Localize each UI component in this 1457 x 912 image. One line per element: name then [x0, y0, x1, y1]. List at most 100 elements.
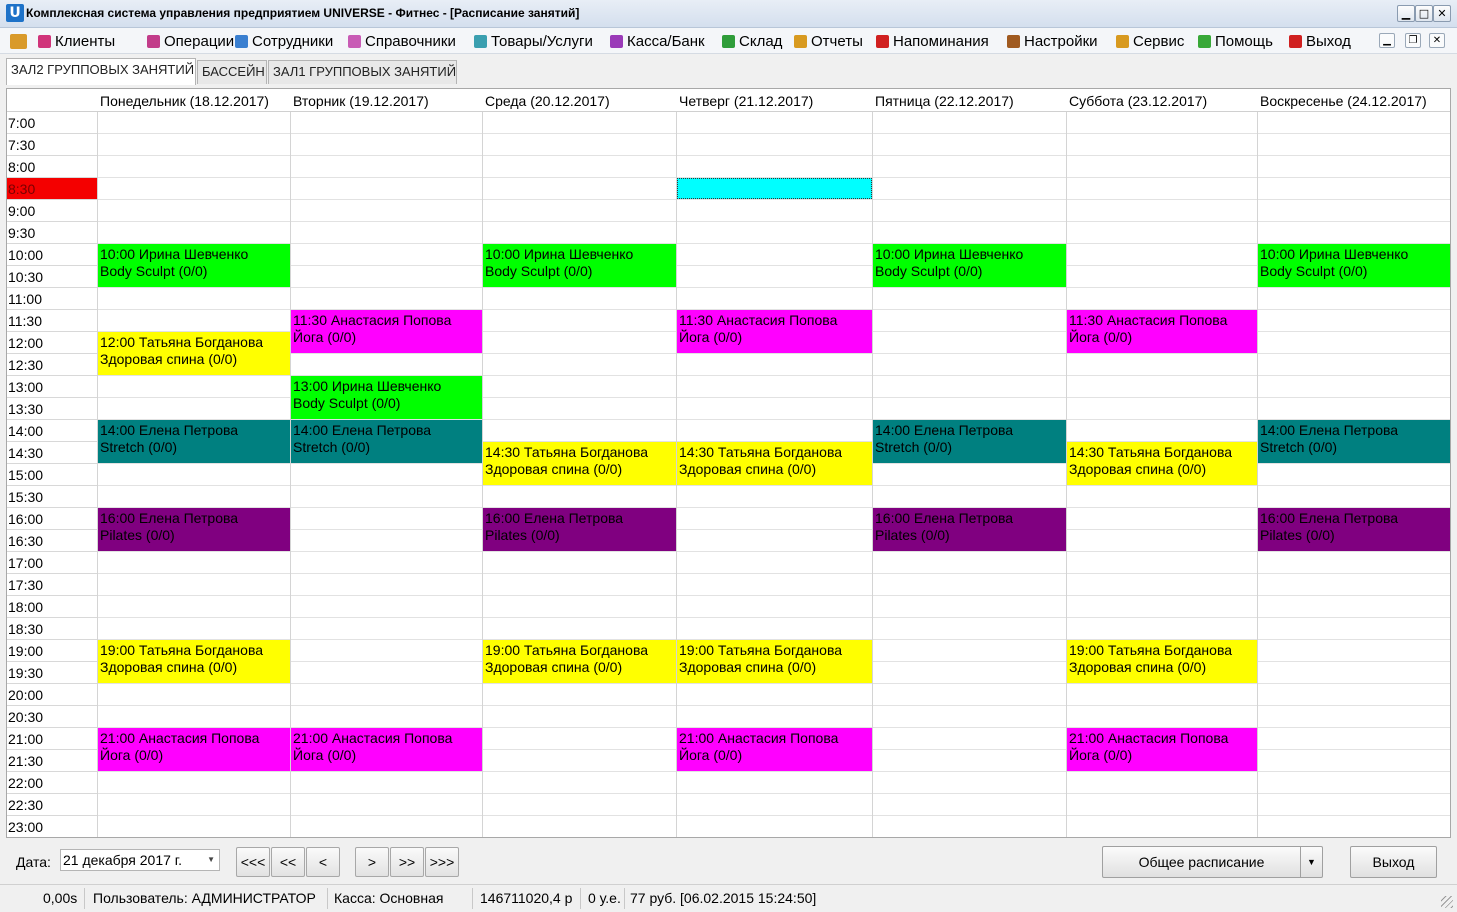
lesson-block[interactable]: 14:00 Елена Петрова Stretch (0/0) [1258, 420, 1450, 463]
minimize-button[interactable]: ▁ [1397, 5, 1415, 22]
date-picker[interactable]: 21 декабря 2017 г. ▼ [60, 849, 220, 871]
lesson-block[interactable]: 11:30 Анастасия Попова Йога (0/0) [291, 310, 482, 353]
lesson-block[interactable]: 14:30 Татьяна Богданова Здоровая спина (0… [677, 442, 872, 485]
lesson-block[interactable]: 10:00 Ирина Шевченко Body Sculpt (0/0) [873, 244, 1066, 287]
lesson-time-trainer: 11:30 Анастасия Попова [679, 312, 838, 328]
mdi-restore-button[interactable]: ❐ [1405, 33, 1421, 48]
lesson-block[interactable]: 19:00 Татьяна Богданова Здоровая спина (0… [483, 640, 676, 683]
nav-prev-button[interactable]: < [306, 847, 340, 877]
nav-prev-week-button[interactable]: << [271, 847, 305, 877]
menu-item-9[interactable]: Настройки [1007, 32, 1098, 50]
schedule-grid: Понедельник (18.12.2017) Вторник (19.12.2… [6, 88, 1451, 838]
tab-hall2[interactable]: ЗАЛ2 ГРУППОВЫХ ЗАНЯТИЙ [6, 58, 196, 85]
menu-item-3[interactable]: Справочники [348, 32, 456, 50]
menu-item-0[interactable]: Клиенты [38, 32, 115, 50]
lesson-block[interactable]: 14:30 Татьяна Богданова Здоровая спина (0… [1067, 442, 1257, 485]
close-button[interactable]: ✕ [1433, 5, 1451, 22]
day-header[interactable]: Четверг (21.12.2017) [676, 89, 872, 112]
lesson-block[interactable]: 11:30 Анастасия Попова Йога (0/0) [1067, 310, 1257, 353]
lesson-time-trainer: 21:00 Анастасия Попова [1069, 730, 1229, 746]
lesson-time-trainer: 19:00 Татьяна Богданова [485, 642, 649, 658]
dropdown-arrow-icon[interactable]: ▼ [207, 850, 215, 870]
time-slot-label: 16:30 [7, 530, 97, 552]
day-header[interactable]: Понедельник (18.12.2017) [97, 89, 290, 112]
mdi-minimize-button[interactable]: ▁ [1379, 33, 1395, 48]
lesson-block[interactable]: 16:00 Елена Петрова Pilates (0/0) [483, 508, 676, 551]
menu-item-7[interactable]: Отчеты [794, 32, 863, 50]
settings-icon [1007, 34, 1020, 48]
lesson-title: Body Sculpt (0/0) [293, 395, 401, 411]
lesson-time-trainer: 14:30 Татьяна Богданова [679, 444, 843, 460]
menu-item-5[interactable]: Касса/Банк [610, 32, 705, 50]
lesson-block[interactable]: 21:00 Анастасия Попова Йога (0/0) [291, 728, 482, 771]
lesson-block[interactable]: 19:00 Татьяна Богданова Здоровая спина (0… [1067, 640, 1257, 683]
status-rate: 77 руб. [06.02.2015 15:24:50] [630, 890, 817, 906]
exit-button[interactable]: Выход [1350, 846, 1437, 878]
lesson-title: Body Sculpt (0/0) [485, 263, 593, 279]
status-balance: 146711020,4 р [480, 890, 573, 906]
lesson-block[interactable]: 12:00 Татьяна Богданова Здоровая спина (0… [98, 332, 290, 375]
lesson-title: Здоровая спина (0/0) [100, 351, 238, 367]
day-header[interactable]: Вторник (19.12.2017) [290, 89, 482, 112]
time-slot-label: 15:00 [7, 464, 97, 486]
menu-item-8[interactable]: Напоминания [876, 32, 989, 50]
menu-item-2[interactable]: Сотрудники [235, 32, 333, 50]
day-header[interactable]: Воскресенье (24.12.2017) [1257, 89, 1450, 112]
day-header[interactable]: Суббота (23.12.2017) [1066, 89, 1257, 112]
menu-item-11[interactable]: Помощь [1198, 32, 1273, 50]
lesson-block[interactable]: 21:00 Анастасия Попова Йога (0/0) [1067, 728, 1257, 771]
general-schedule-label: Общее расписание [1138, 854, 1265, 870]
lesson-block[interactable]: 11:30 Анастасия Попова Йога (0/0) [677, 310, 872, 353]
lesson-block[interactable]: 21:00 Анастасия Попова Йога (0/0) [677, 728, 872, 771]
grid-row-line [97, 617, 1450, 618]
lesson-block[interactable]: 10:00 Ирина Шевченко Body Sculpt (0/0) [1258, 244, 1450, 287]
tab-pool[interactable]: БАССЕЙН [197, 60, 267, 84]
tab-hall1[interactable]: ЗАЛ1 ГРУППОВЫХ ЗАНЯТИЙ [268, 60, 457, 84]
lesson-time-trainer: 11:30 Анастасия Попова [1069, 312, 1228, 328]
lesson-block[interactable]: 16:00 Елена Петрова Pilates (0/0) [873, 508, 1066, 551]
lesson-block[interactable]: 16:00 Елена Петрова Pilates (0/0) [1258, 508, 1450, 551]
nav-first-button[interactable]: <<< [236, 847, 270, 877]
lesson-block[interactable]: 19:00 Татьяна Богданова Здоровая спина (0… [677, 640, 872, 683]
lesson-block[interactable]: 16:00 Елена Петрова Pilates (0/0) [98, 508, 290, 551]
time-slot-label: 13:00 [7, 376, 97, 398]
lesson-block[interactable]: 14:00 Елена Петрова Stretch (0/0) [873, 420, 1066, 463]
help-icon [1198, 34, 1211, 48]
lesson-block[interactable]: 14:30 Татьяна Богданова Здоровая спина (0… [483, 442, 676, 485]
maximize-button[interactable]: □ [1415, 5, 1433, 22]
lesson-time-trainer: 13:00 Ирина Шевченко [293, 378, 442, 394]
time-slot-label: 20:00 [7, 684, 97, 706]
lesson-block[interactable]: 10:00 Ирина Шевченко Body Sculpt (0/0) [483, 244, 676, 287]
status-user: Пользователь: АДМИНИСТРАТОР [93, 890, 316, 906]
grid-menu-icon[interactable] [10, 32, 31, 50]
split-dropdown-icon[interactable]: ▼ [1300, 847, 1322, 877]
grid-row-line [97, 529, 1450, 530]
time-slot-label: 14:30 [7, 442, 97, 464]
lesson-time-trainer: 16:00 Елена Петрова [100, 510, 239, 526]
general-schedule-button[interactable]: Общее расписание ▼ [1102, 846, 1323, 878]
lesson-title: Stretch (0/0) [100, 439, 178, 455]
menu-item-12[interactable]: Выход [1289, 32, 1351, 50]
nav-last-button[interactable]: >>> [425, 847, 459, 877]
lesson-block[interactable]: 14:00 Елена Петрова Stretch (0/0) [291, 420, 482, 463]
menu-item-1[interactable]: Операции [147, 32, 234, 50]
lesson-block[interactable]: 10:00 Ирина Шевченко Body Sculpt (0/0) [98, 244, 290, 287]
day-header[interactable]: Среда (20.12.2017) [482, 89, 676, 112]
menu-item-6[interactable]: Склад [722, 32, 782, 50]
menu-item-label: Товары/Услуги [491, 32, 593, 50]
resize-grip-icon[interactable] [1441, 896, 1453, 908]
menu-item-4[interactable]: Товары/Услуги [474, 32, 593, 50]
lesson-block[interactable]: 14:00 Елена Петрова Stretch (0/0) [98, 420, 290, 463]
selected-cell[interactable] [677, 178, 872, 199]
warehouse-icon [722, 34, 735, 48]
menu-item-10[interactable]: Сервис [1116, 32, 1184, 50]
grid-row-line [97, 265, 1450, 266]
mdi-close-button[interactable]: ✕ [1429, 33, 1445, 48]
day-header[interactable]: Пятница (22.12.2017) [872, 89, 1066, 112]
lesson-block[interactable]: 19:00 Татьяна Богданова Здоровая спина (0… [98, 640, 290, 683]
nav-next-week-button[interactable]: >> [390, 847, 424, 877]
lesson-block[interactable]: 21:00 Анастасия Попова Йога (0/0) [98, 728, 290, 771]
lesson-block[interactable]: 13:00 Ирина Шевченко Body Sculpt (0/0) [291, 376, 482, 419]
nav-next-button[interactable]: > [355, 847, 389, 877]
lesson-time-trainer: 21:00 Анастасия Попова [679, 730, 839, 746]
